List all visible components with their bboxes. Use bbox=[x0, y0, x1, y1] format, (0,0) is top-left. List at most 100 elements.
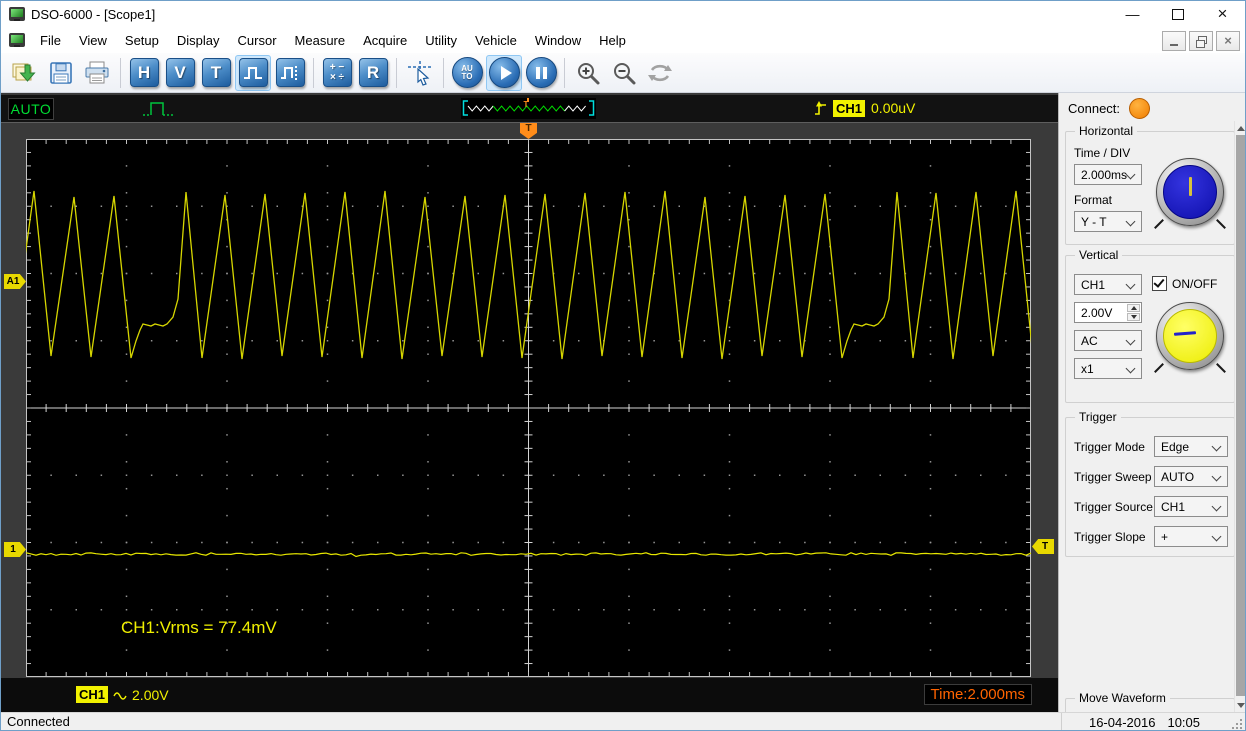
pulse-wave-button[interactable] bbox=[235, 54, 271, 91]
save-icon bbox=[50, 61, 72, 84]
menu-help[interactable]: Help bbox=[590, 30, 635, 51]
vertical-button[interactable]: V bbox=[163, 56, 197, 90]
trigger-channel-badge: CH1 bbox=[833, 99, 866, 117]
menu-measure[interactable]: Measure bbox=[286, 30, 355, 51]
scroll-down-button[interactable] bbox=[1235, 698, 1245, 712]
sync-icon bbox=[648, 64, 672, 81]
vertical-group: Vertical CH1 ON/OFF 2.00V AC x1 bbox=[1065, 248, 1235, 403]
trigger-group-title: Trigger bbox=[1075, 410, 1121, 424]
onoff-checkbox[interactable] bbox=[1152, 276, 1167, 291]
menu-window[interactable]: Window bbox=[526, 30, 590, 51]
app-icon bbox=[9, 7, 25, 21]
save-button[interactable] bbox=[44, 56, 78, 90]
chevron-down-icon bbox=[1211, 471, 1222, 482]
graticule: CH1:Vrms = 77.4mV bbox=[26, 139, 1031, 677]
mdi-restore-button[interactable] bbox=[1189, 31, 1213, 51]
menu-utility[interactable]: Utility bbox=[416, 30, 466, 51]
close-button[interactable]: × bbox=[1200, 1, 1245, 27]
run-button[interactable] bbox=[486, 54, 522, 91]
horizontal-button[interactable]: H bbox=[127, 56, 161, 90]
reference-button[interactable]: R bbox=[356, 56, 390, 90]
spin-down-button[interactable] bbox=[1127, 313, 1140, 321]
zoom-out-button[interactable] bbox=[607, 56, 641, 90]
trigger-sweep-select[interactable]: AUTO bbox=[1154, 466, 1228, 487]
pulse-measure-icon bbox=[275, 58, 305, 87]
trigger-button[interactable]: T bbox=[199, 56, 233, 90]
math-button[interactable]: + − × ÷ bbox=[320, 56, 354, 90]
horizontal-group-title: Horizontal bbox=[1075, 124, 1138, 138]
sync-button[interactable] bbox=[643, 56, 677, 90]
scroll-up-button[interactable] bbox=[1235, 121, 1245, 135]
maximize-button[interactable] bbox=[1155, 1, 1200, 27]
ac-coupling-icon bbox=[113, 691, 127, 700]
zoom-out-icon bbox=[614, 62, 636, 84]
menu-view[interactable]: View bbox=[70, 30, 116, 51]
resize-grip[interactable] bbox=[1230, 717, 1242, 729]
pulse-wave-icon bbox=[238, 58, 268, 87]
menu-vehicle[interactable]: Vehicle bbox=[466, 30, 526, 51]
scroll-up-icon bbox=[1237, 125, 1245, 131]
mdi-close-button[interactable]: × bbox=[1216, 31, 1240, 51]
cursor-button[interactable] bbox=[403, 56, 437, 90]
panel-scrollbar[interactable] bbox=[1234, 121, 1245, 712]
time-div-select[interactable]: 2.000ms bbox=[1074, 164, 1142, 185]
print-button[interactable] bbox=[80, 56, 114, 90]
chevron-down-icon bbox=[1211, 501, 1222, 512]
svg-text:T: T bbox=[524, 100, 529, 109]
chevron-down-icon bbox=[1125, 169, 1136, 180]
trigger-mode-select[interactable]: Edge bbox=[1154, 436, 1228, 457]
vrms-measurement: CH1:Vrms = 77.4mV bbox=[121, 618, 277, 637]
trigger-source-select[interactable]: CH1 bbox=[1154, 496, 1228, 517]
trigger-icon: T bbox=[201, 58, 231, 87]
connect-status-indicator[interactable] bbox=[1129, 98, 1151, 119]
trigger-position-marker[interactable]: T bbox=[520, 123, 537, 139]
probe-select[interactable]: x1 bbox=[1074, 358, 1142, 379]
scrollbar-thumb[interactable] bbox=[1236, 135, 1245, 696]
channel-a-marker[interactable]: A1 bbox=[4, 274, 26, 289]
knob-pointer bbox=[1173, 331, 1197, 336]
dso-6000-window: DSO-6000 - [Scope1] — × File View Setup … bbox=[0, 0, 1246, 731]
toolbar-separator bbox=[120, 57, 121, 88]
minimize-button[interactable]: — bbox=[1110, 1, 1155, 27]
pause-button[interactable] bbox=[524, 56, 558, 90]
volts-div-spinner[interactable]: 2.00V bbox=[1074, 302, 1142, 323]
waveform-preview[interactable]: T bbox=[461, 98, 596, 119]
control-panel: Connect: Horizontal Time / DIV 2.000ms F… bbox=[1058, 93, 1245, 712]
toolbar-separator bbox=[443, 57, 444, 88]
open-button[interactable] bbox=[8, 56, 42, 90]
trigger-group: Trigger Trigger Mode Edge Trigger Sweep … bbox=[1065, 410, 1235, 557]
trigger-level-marker[interactable]: T bbox=[1032, 539, 1054, 554]
autoset-button[interactable]: AU TO bbox=[450, 56, 484, 90]
onoff-label: ON/OFF bbox=[1172, 276, 1218, 291]
zoom-in-button[interactable] bbox=[571, 56, 605, 90]
cursor-icon bbox=[408, 60, 431, 86]
channel-1-zero-marker[interactable]: 1 bbox=[4, 542, 26, 557]
mdi-minimize-button[interactable] bbox=[1162, 31, 1186, 51]
menu-acquire[interactable]: Acquire bbox=[354, 30, 416, 51]
mdi-close-icon: × bbox=[1224, 33, 1232, 48]
menu-setup[interactable]: Setup bbox=[116, 30, 168, 51]
zoom-in-icon bbox=[578, 62, 600, 84]
scope-footer-bar: CH1 2.00V Time:2.000ms bbox=[1, 678, 1058, 712]
menu-cursor[interactable]: Cursor bbox=[229, 30, 286, 51]
window-title: DSO-6000 - [Scope1] bbox=[31, 6, 156, 22]
toolbar-separator bbox=[396, 57, 397, 88]
vertical-knob[interactable] bbox=[1154, 300, 1226, 373]
channel-select[interactable]: CH1 bbox=[1074, 274, 1142, 295]
mdi-window-controls: × bbox=[1162, 31, 1240, 51]
chevron-down-icon bbox=[1125, 216, 1136, 227]
open-icon bbox=[12, 63, 36, 82]
menu-display[interactable]: Display bbox=[168, 30, 229, 51]
move-waveform-title: Move Waveform bbox=[1075, 691, 1170, 705]
menu-file[interactable]: File bbox=[31, 30, 70, 51]
knob-stop-left bbox=[1154, 363, 1164, 373]
mdi-minimize-icon bbox=[1170, 44, 1178, 46]
channel-onoff: ON/OFF bbox=[1152, 276, 1217, 291]
coupling-select[interactable]: AC bbox=[1074, 330, 1142, 351]
print-icon bbox=[85, 61, 109, 83]
pulse-measure-button[interactable] bbox=[273, 56, 307, 90]
trigger-slope-select[interactable]: + bbox=[1154, 526, 1228, 547]
spin-up-button[interactable] bbox=[1127, 304, 1140, 312]
horizontal-knob[interactable] bbox=[1154, 156, 1226, 229]
format-select[interactable]: Y - T bbox=[1074, 211, 1142, 232]
